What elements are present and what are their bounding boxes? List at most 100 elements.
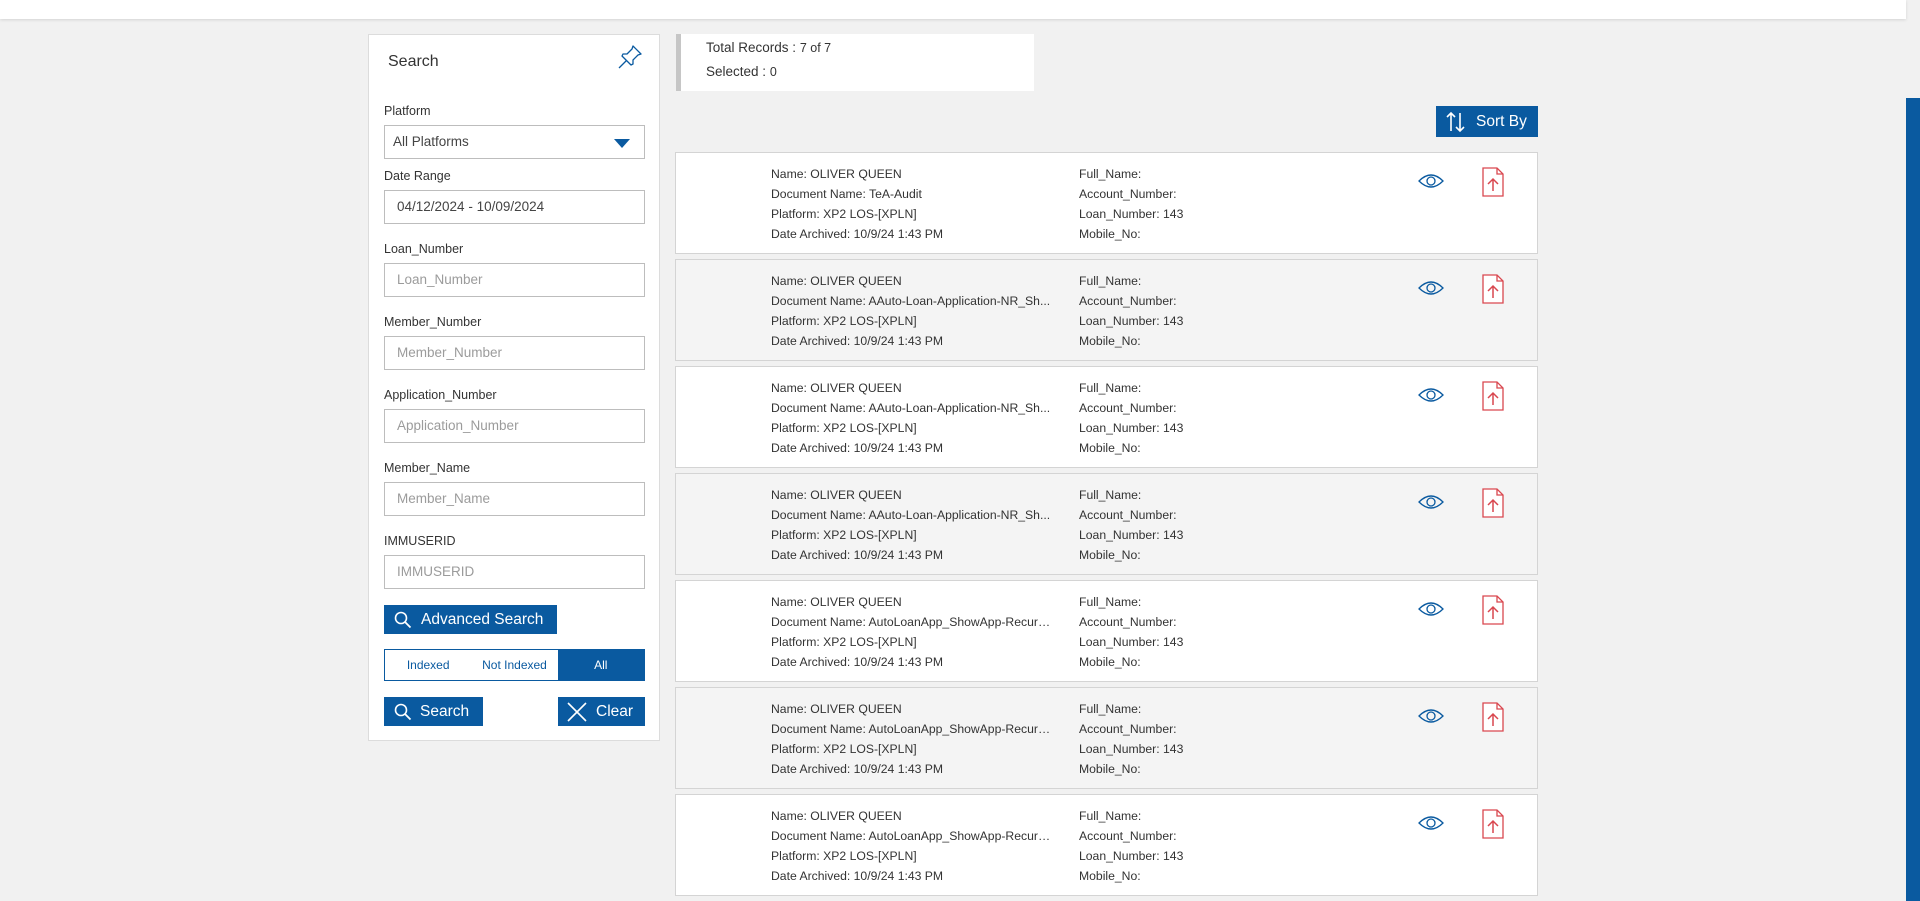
record-account-number: Account_Number: — [1079, 294, 1177, 308]
application-number-label: Application_Number — [384, 388, 497, 402]
application-number-input[interactable]: Application_Number — [384, 409, 645, 443]
record-index-fields: Full_Name: Account_Number: Loan_Number: … — [1079, 592, 1329, 672]
record-platform: Platform: XP2 LOS-[XPLN] — [771, 635, 917, 649]
record-account-number: Account_Number: — [1079, 829, 1177, 843]
record-card[interactable]: Name: OLIVER QUEEN Document Name: AAuto-… — [675, 366, 1538, 468]
record-mobile-no: Mobile_No: — [1079, 441, 1141, 455]
platform-label: Platform — [384, 104, 431, 118]
record-mobile-no: Mobile_No: — [1079, 762, 1141, 776]
member-number-input[interactable]: Member_Number — [384, 336, 645, 370]
record-index-fields: Full_Name: Account_Number: Loan_Number: … — [1079, 806, 1329, 886]
record-card[interactable]: Name: OLIVER QUEEN Document Name: TeA-Au… — [675, 152, 1538, 254]
loan-number-input[interactable]: Loan_Number — [384, 263, 645, 297]
record-loan-number: Loan_Number: 143 — [1079, 207, 1184, 221]
record-card[interactable]: Name: OLIVER QUEEN Document Name: AutoLo… — [675, 580, 1538, 682]
advanced-search-button[interactable]: Advanced Search — [384, 605, 557, 634]
platform-select[interactable]: All Platforms — [384, 125, 645, 159]
eye-icon[interactable] — [1417, 706, 1445, 726]
record-index-fields: Full_Name: Account_Number: Loan_Number: … — [1079, 378, 1329, 458]
record-document-name: Document Name: AutoLoanApp_ShowApp-Recur… — [771, 722, 1054, 736]
record-document-name: Document Name: AutoLoanApp_ShowApp-Recur… — [771, 615, 1054, 629]
record-document-name: Document Name: AutoLoanApp_ShowApp-Recur… — [771, 829, 1054, 843]
record-date-archived: Date Archived: 10/9/24 1:43 PM — [771, 548, 944, 562]
record-full-name: Full_Name: — [1079, 702, 1142, 716]
top-bar — [0, 0, 1906, 19]
date-range-input[interactable]: 04/12/2024 - 10/09/2024 — [384, 190, 645, 224]
record-account-number: Account_Number: — [1079, 722, 1177, 736]
record-name: Name: OLIVER QUEEN — [771, 488, 902, 502]
record-card[interactable]: Name: OLIVER QUEEN Document Name: AutoLo… — [675, 794, 1538, 896]
record-platform: Platform: XP2 LOS-[XPLN] — [771, 849, 917, 863]
record-full-name: Full_Name: — [1079, 595, 1142, 609]
pdf-download-icon[interactable] — [1481, 274, 1505, 304]
record-index-fields: Full_Name: Account_Number: Loan_Number: … — [1079, 699, 1329, 779]
record-loan-number: Loan_Number: 143 — [1079, 849, 1184, 863]
clear-button[interactable]: Clear — [558, 697, 645, 726]
record-loan-number: Loan_Number: 143 — [1079, 742, 1184, 756]
record-loan-number: Loan_Number: 143 — [1079, 314, 1184, 328]
record-name: Name: OLIVER QUEEN — [771, 595, 902, 609]
pdf-download-icon[interactable] — [1481, 381, 1505, 411]
member-name-input[interactable]: Member_Name — [384, 482, 645, 516]
search-button[interactable]: Search — [384, 697, 483, 726]
record-card[interactable]: Name: OLIVER QUEEN Document Name: AAuto-… — [675, 473, 1538, 575]
eye-icon[interactable] — [1417, 492, 1445, 512]
record-loan-number: Loan_Number: 143 — [1079, 635, 1184, 649]
record-date-archived: Date Archived: 10/9/24 1:43 PM — [771, 655, 944, 669]
record-card[interactable]: Name: OLIVER QUEEN Document Name: AAuto-… — [675, 259, 1538, 361]
record-date-archived: Date Archived: 10/9/24 1:43 PM — [771, 441, 944, 455]
record-mobile-no: Mobile_No: — [1079, 227, 1141, 241]
pdf-download-icon[interactable] — [1481, 809, 1505, 839]
toggle-all[interactable]: All — [557, 650, 644, 680]
toggle-indexed[interactable]: Indexed — [385, 650, 471, 680]
close-icon — [567, 701, 587, 722]
toggle-not-indexed[interactable]: Not Indexed — [471, 650, 557, 680]
sort-icon — [1446, 111, 1465, 132]
record-details: Name: OLIVER QUEEN Document Name: AAuto-… — [771, 378, 1054, 458]
loan-number-label: Loan_Number — [384, 242, 464, 256]
pdf-download-icon[interactable] — [1481, 167, 1505, 197]
record-name: Name: OLIVER QUEEN — [771, 809, 902, 823]
record-details: Name: OLIVER QUEEN Document Name: AutoLo… — [771, 699, 1054, 779]
record-mobile-no: Mobile_No: — [1079, 548, 1141, 562]
clear-button-label: Clear — [596, 702, 634, 720]
record-mobile-no: Mobile_No: — [1079, 869, 1141, 883]
eye-icon[interactable] — [1417, 278, 1445, 298]
record-date-archived: Date Archived: 10/9/24 1:43 PM — [771, 869, 944, 883]
search-panel: Search Platform All Platforms Date Range… — [368, 34, 660, 741]
record-index-fields: Full_Name: Account_Number: Loan_Number: … — [1079, 271, 1329, 351]
immuserid-input[interactable]: IMMUSERID — [384, 555, 645, 589]
record-details: Name: OLIVER QUEEN Document Name: AutoLo… — [771, 806, 1054, 886]
immuserid-label: IMMUSERID — [384, 534, 456, 548]
search-panel-title: Search — [388, 53, 439, 70]
scrollbar[interactable] — [1906, 98, 1920, 901]
record-date-archived: Date Archived: 10/9/24 1:43 PM — [771, 762, 944, 776]
sort-by-button[interactable]: Sort By — [1436, 106, 1538, 137]
eye-icon[interactable] — [1417, 599, 1445, 619]
index-filter-toggle: Indexed Not Indexed All — [384, 649, 645, 681]
record-document-name: Document Name: AAuto-Loan-Application-NR… — [771, 508, 1051, 522]
record-card[interactable]: Name: OLIVER QUEEN Document Name: AutoLo… — [675, 687, 1538, 789]
pdf-download-icon[interactable] — [1481, 488, 1505, 518]
record-account-number: Account_Number: — [1079, 187, 1177, 201]
platform-select-value: All Platforms — [393, 134, 469, 149]
record-document-name: Document Name: AAuto-Loan-Application-NR… — [771, 294, 1051, 308]
record-date-archived: Date Archived: 10/9/24 1:43 PM — [771, 334, 944, 348]
sort-by-label: Sort By — [1476, 112, 1527, 130]
record-name: Name: OLIVER QUEEN — [771, 702, 902, 716]
eye-icon[interactable] — [1417, 171, 1445, 191]
date-range-label: Date Range — [384, 169, 451, 183]
record-details: Name: OLIVER QUEEN Document Name: AAuto-… — [771, 271, 1054, 351]
record-platform: Platform: XP2 LOS-[XPLN] — [771, 742, 917, 756]
record-details: Name: OLIVER QUEEN Document Name: AutoLo… — [771, 592, 1054, 672]
record-full-name: Full_Name: — [1079, 167, 1142, 181]
selected-count: Selected : 0 — [706, 64, 777, 79]
eye-icon[interactable] — [1417, 813, 1445, 833]
pdf-download-icon[interactable] — [1481, 595, 1505, 625]
record-loan-number: Loan_Number: 143 — [1079, 421, 1184, 435]
member-number-label: Member_Number — [384, 315, 482, 329]
eye-icon[interactable] — [1417, 385, 1445, 405]
pdf-download-icon[interactable] — [1481, 702, 1505, 732]
search-icon — [394, 611, 412, 628]
pin-icon[interactable] — [616, 43, 644, 71]
